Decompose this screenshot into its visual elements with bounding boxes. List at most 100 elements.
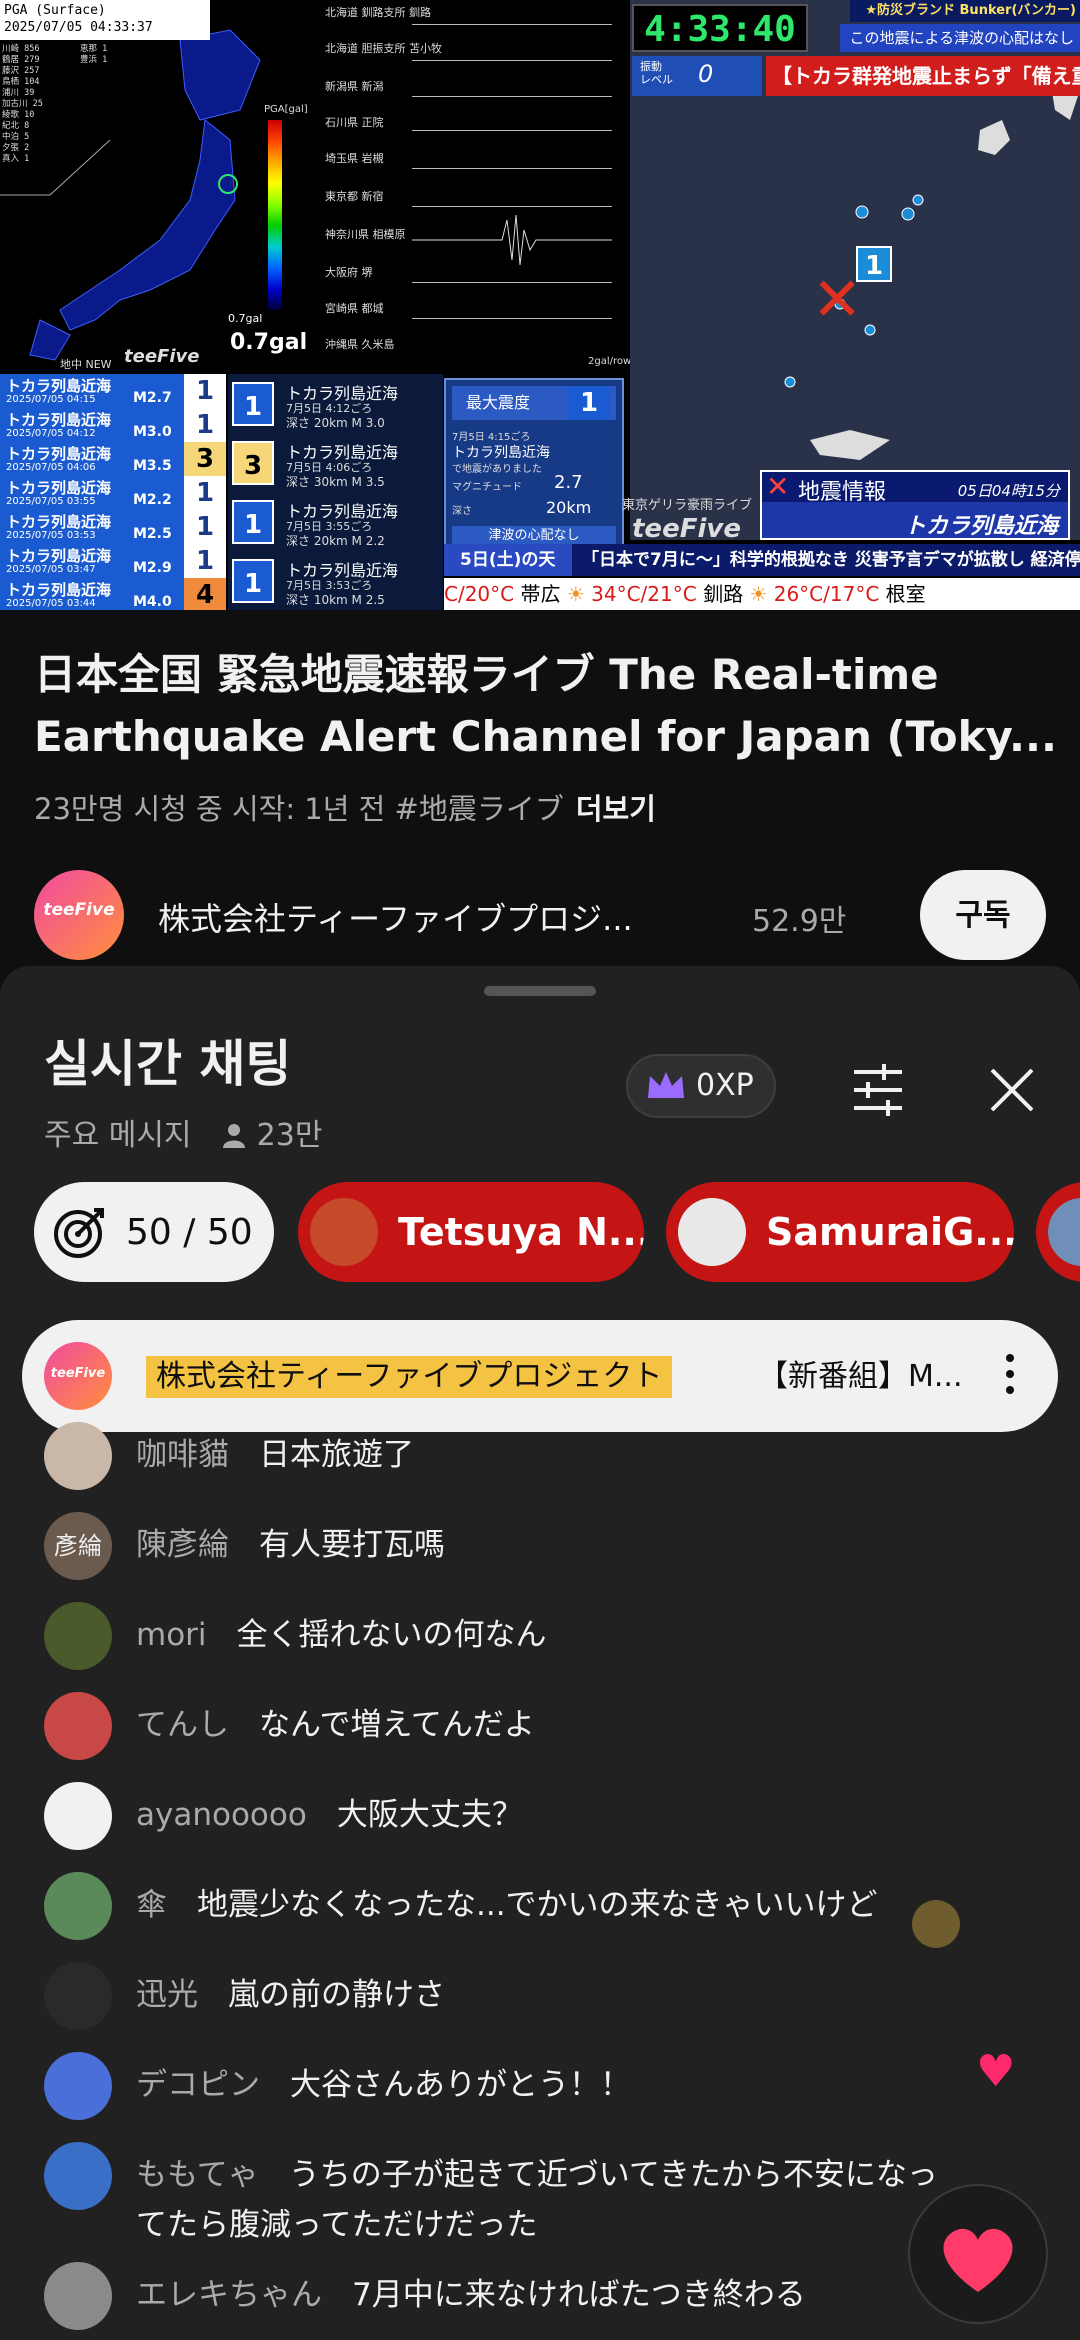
pga-color-scale bbox=[268, 120, 282, 310]
avatar-logo-text: teeFive bbox=[50, 1366, 106, 1381]
weather-city: 根室 bbox=[879, 582, 926, 606]
wave-label: 大阪府 堺 bbox=[325, 266, 373, 279]
message-author: ayanooooo bbox=[136, 1797, 307, 1833]
tsunami-notice: この地震による津波の心配はなし bbox=[840, 24, 1080, 52]
quake-info-title: 地震情報 bbox=[798, 480, 887, 505]
message-text: 嵐の前の静けさ bbox=[228, 1977, 445, 2013]
target-icon bbox=[54, 1208, 104, 1258]
avatar bbox=[44, 1962, 112, 2030]
avatar: 彥綸 bbox=[44, 1512, 112, 1580]
channel-avatar[interactable]: teeFive bbox=[34, 870, 124, 960]
station: 鶴居 279 bbox=[2, 55, 40, 65]
station: 恵那 1 bbox=[80, 44, 108, 54]
shindo-level: 振動 レベル 0 bbox=[632, 56, 762, 96]
max-mag-label: マグニチュード bbox=[452, 482, 522, 493]
drag-handle[interactable] bbox=[484, 986, 596, 996]
chat-chips: 50 / 50 Tetsuya N... SamuraiG... bbox=[0, 1174, 1080, 1284]
video-meta-text: 23만명 시청 중 시작: 1년 전 #地震ライブ bbox=[34, 792, 564, 826]
video-title[interactable]: 日本全国 緊急地震速報ライブ The Real-time Earthquake … bbox=[34, 644, 1054, 768]
teefive-logo: teeFive bbox=[124, 346, 200, 367]
quake-info-time: 05日04時15分 bbox=[957, 482, 1060, 500]
pga-title: PGA (Surface) bbox=[4, 3, 106, 18]
wave-label: 北海道 釧路支所 釧路 bbox=[325, 6, 431, 19]
avatar bbox=[1048, 1198, 1080, 1266]
message-author: 迅光 bbox=[136, 1977, 198, 2013]
pinned-message[interactable]: teeFive 株式会社ティーファイブプロジェクト 【新番組】M... bbox=[22, 1320, 1058, 1432]
map-panel: PGA (Surface) 2025/07/05 04:33:37 川崎 856… bbox=[0, 0, 632, 371]
supporter-chip[interactable]: SamuraiG... bbox=[666, 1182, 1014, 1282]
eq-row: トカラ列島近海 2025/07/05 03:53 M2.5 1 bbox=[0, 510, 226, 546]
tsunami-note: 津波の心配なし bbox=[452, 526, 616, 546]
eq-detail-card: 1 トカラ列島近海 7月5日 3:55ごろ 深さ 20km M 2.2 bbox=[228, 492, 443, 549]
heart-icon bbox=[943, 2228, 1013, 2292]
filter-icon[interactable] bbox=[846, 1058, 910, 1122]
max-depth-label: 深さ bbox=[452, 506, 472, 517]
news-headline: 【トカラ群発地震止まらず「備え重要」】 bbox=[766, 56, 1080, 96]
pinned-author: 株式会社ティーファイブプロジェクト bbox=[146, 1356, 673, 1398]
channel-logo-text: teeFive bbox=[43, 900, 115, 920]
message-text: 日本旅遊了 bbox=[259, 1437, 414, 1473]
shindo-label: 振動 レベル bbox=[640, 60, 673, 86]
avatar bbox=[44, 2142, 112, 2210]
message-text: 有人要打瓦嗎 bbox=[259, 1527, 445, 1563]
eq-row: トカラ列島近海 2025/07/05 03:55 M2.2 1 bbox=[0, 476, 226, 512]
message-author: 陳彥綸 bbox=[136, 1527, 229, 1563]
station: 中泊 5 bbox=[2, 132, 30, 142]
reaction-button[interactable] bbox=[908, 2184, 1048, 2324]
message-text: 全く揺れないの何なん bbox=[236, 1617, 547, 1653]
station: 鳥栖 104 bbox=[2, 77, 40, 87]
avatar bbox=[678, 1198, 746, 1266]
station-list: 川崎 856 鶴居 279 藤沢 257 鳥栖 104 浦川 39 加古川 25… bbox=[2, 44, 62, 165]
video-meta[interactable]: 23만명 시청 중 시작: 1년 전 #地震ライブ 더보기 bbox=[34, 786, 656, 828]
station: 川崎 856 bbox=[2, 44, 40, 54]
avatar bbox=[44, 1602, 112, 1670]
avatar: teeFive bbox=[44, 1342, 112, 1410]
wave-label: 北海道 胆振支所 苫小牧 bbox=[325, 42, 442, 55]
close-icon[interactable] bbox=[980, 1058, 1044, 1122]
avatar bbox=[44, 1782, 112, 1850]
gal-row-label: 2gal/row bbox=[588, 356, 632, 367]
max-intensity-value: 1 bbox=[568, 386, 610, 420]
waveform-spike bbox=[412, 214, 612, 266]
message-author: 傘 bbox=[136, 1887, 167, 1923]
eq-row: トカラ列島近海 2025/07/05 04:15 M2.7 1 bbox=[0, 374, 226, 410]
video-player[interactable]: PGA (Surface) 2025/07/05 04:33:37 川崎 856… bbox=[0, 0, 1080, 610]
supporter-name: Tetsuya N... bbox=[398, 1210, 644, 1254]
subscriber-count: 52.9만 bbox=[752, 904, 847, 939]
goal-chip[interactable]: 50 / 50 bbox=[34, 1182, 274, 1282]
message-author: 咖啡貓 bbox=[136, 1437, 229, 1473]
channel-name[interactable]: 株式会社ティーファイブプロジ... bbox=[158, 894, 633, 940]
chat-subtitle[interactable]: 주요 메시지 23만 bbox=[44, 1110, 322, 1154]
video-title-line: Earthquake Alert Channel for Japan (Toky… bbox=[34, 712, 1054, 761]
avatar bbox=[44, 1692, 112, 1760]
max-intensity-panel: 最大震度 1 7月5日 4:15ごろ トカラ列島近海 で地震がありました マグニ… bbox=[444, 378, 624, 548]
message-text: 7月中に来なければたつき終わる bbox=[352, 2277, 806, 2313]
weather-segment: 26°C/17°C bbox=[767, 582, 880, 606]
max-mag-value: 2.7 bbox=[554, 472, 583, 493]
supporter-chip[interactable] bbox=[1036, 1182, 1080, 1282]
weather-segment: 34°C/21°C bbox=[584, 582, 697, 606]
person-icon bbox=[221, 1118, 257, 1153]
guerrilla-label: 東京ゲリラ豪雨ライブ bbox=[622, 498, 753, 513]
weather-date: 5日(土)の天気 bbox=[444, 544, 572, 602]
supporter-chip[interactable]: Tetsuya N... bbox=[298, 1182, 644, 1282]
eq-detail-card: 1 トカラ列島近海 7月5日 4:12ごろ 深さ 20km M 3.0 bbox=[228, 374, 443, 431]
weather-ticker: C/20°C 帯広 ☀ 34°C/21°C 釧路 ☀ 26°C/17°C 根室 bbox=[444, 578, 1080, 610]
supporter-name: SamuraiG... bbox=[766, 1210, 1014, 1254]
subscribe-button[interactable]: 구독 bbox=[920, 870, 1046, 960]
wave-label: 神奈川県 相模原 bbox=[325, 228, 406, 241]
earthquake-list: トカラ列島近海 2025/07/05 04:15 M2.7 1 トカラ列島近海 2025… bbox=[0, 374, 226, 610]
eq-row: トカラ列島近海 2025/07/05 04:12 M3.0 1 bbox=[0, 408, 226, 444]
more-options-icon[interactable] bbox=[1000, 1350, 1020, 1402]
xp-badge[interactable]: 0XP bbox=[626, 1054, 776, 1118]
waveform-panel: 北海道 釧路支所 釧路 北海道 胆振支所 苫小牧 新潟県 新潟 石川県 正院 埼… bbox=[320, 0, 630, 370]
max-time: 7月5日 4:15ごろ bbox=[452, 432, 531, 443]
avatar bbox=[44, 1872, 112, 1940]
chat-mode-label: 주요 메시지 bbox=[44, 1118, 192, 1153]
quake-info-box: ✕ 地震情報 05日04時15分 トカラ列島近海 bbox=[760, 470, 1070, 540]
avatar bbox=[44, 2262, 112, 2330]
wave-label: 石川県 正院 bbox=[325, 116, 384, 129]
gal-value: 0.7gal bbox=[230, 330, 308, 355]
more-link[interactable]: 더보기 bbox=[576, 792, 656, 826]
station-list-2: 恵那 1 豊浜 1 bbox=[80, 44, 107, 66]
